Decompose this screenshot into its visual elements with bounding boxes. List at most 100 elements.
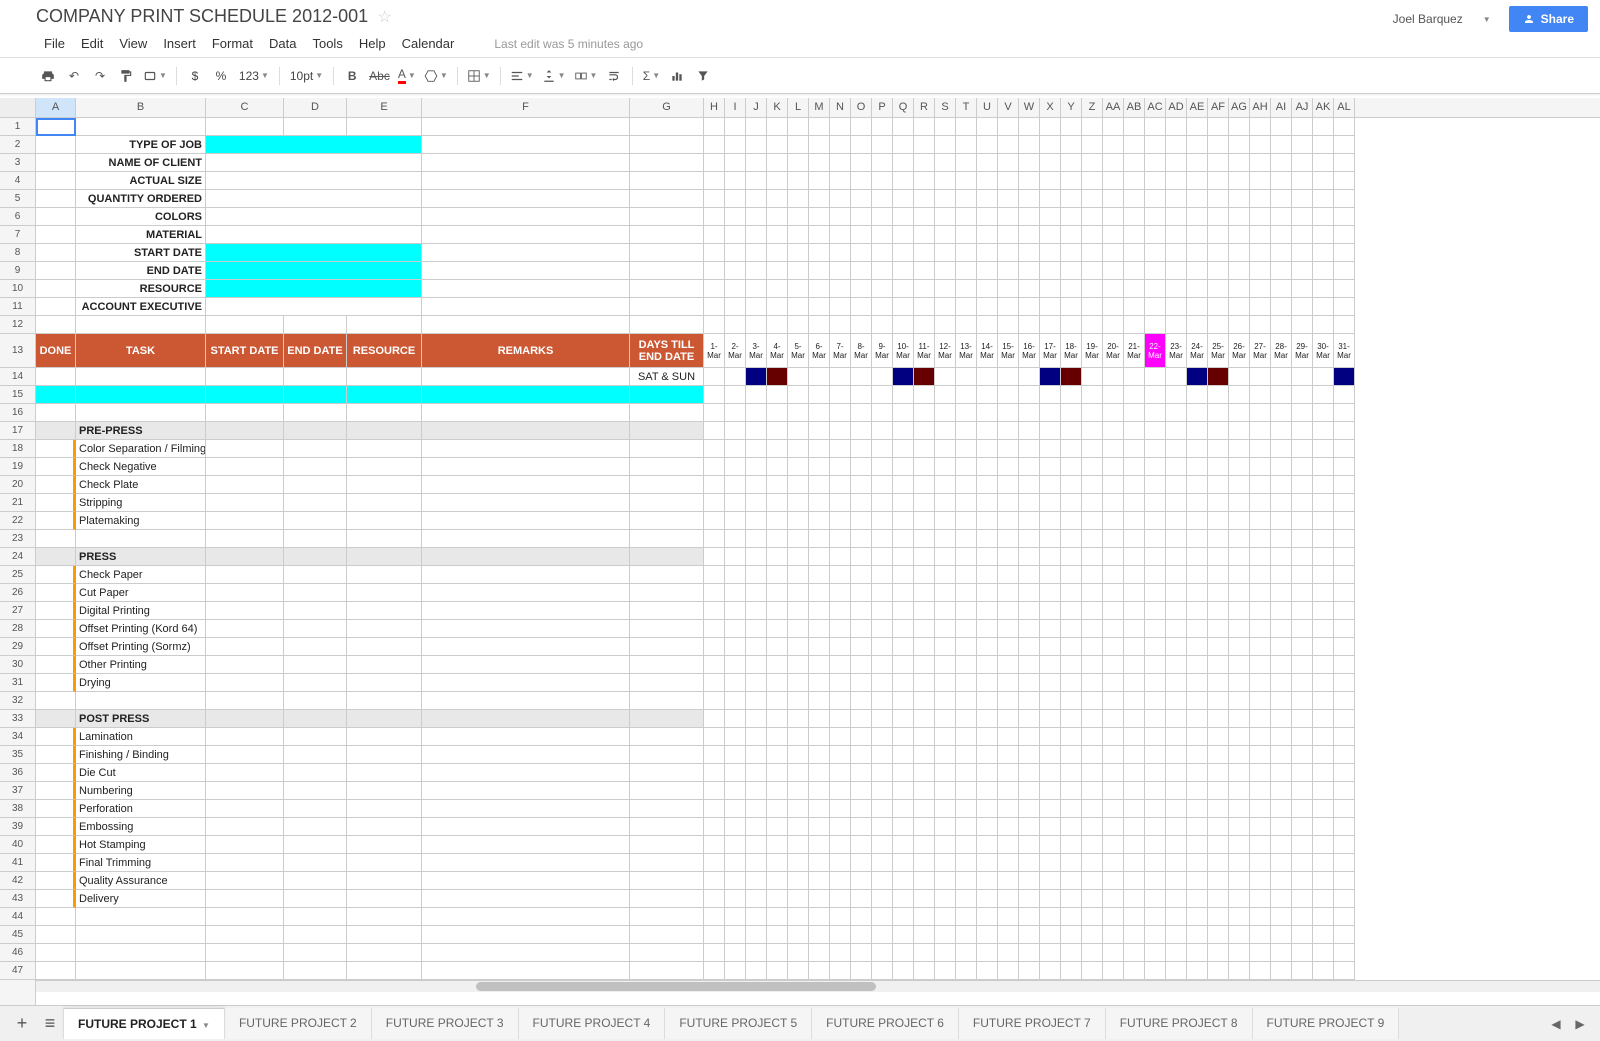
menu-data[interactable]: Data <box>261 34 304 53</box>
schedule-header[interactable]: DAYS TILL END DATE <box>630 334 704 368</box>
last-edit-text[interactable]: Last edit was 5 minutes ago <box>494 37 643 51</box>
tab-scroll-right[interactable]: ▶ <box>1568 1012 1592 1036</box>
col-header-A[interactable]: A <box>36 98 76 117</box>
row-header[interactable]: 17 <box>0 422 35 440</box>
calendar-cell[interactable] <box>767 368 788 386</box>
sheet-tab[interactable]: FUTURE PROJECT 4 <box>518 1008 666 1039</box>
row-header[interactable]: 45 <box>0 926 35 944</box>
col-header-G[interactable]: G <box>630 98 704 117</box>
col-header-F[interactable]: F <box>422 98 630 117</box>
row-header[interactable]: 40 <box>0 836 35 854</box>
row-header[interactable]: 25 <box>0 566 35 584</box>
job-field-label[interactable]: NAME OF CLIENT <box>76 154 206 172</box>
row-header[interactable]: 19 <box>0 458 35 476</box>
col-header-U[interactable]: U <box>977 98 998 117</box>
calendar-cell[interactable] <box>1103 368 1124 386</box>
redo-icon[interactable]: ↷ <box>88 64 112 88</box>
calendar-cell[interactable] <box>1145 368 1166 386</box>
calendar-cell[interactable] <box>809 368 830 386</box>
menu-view[interactable]: View <box>111 34 155 53</box>
date-header[interactable]: 21-Mar <box>1124 334 1145 368</box>
sigma-button[interactable]: Σ▼ <box>639 64 663 88</box>
row-header[interactable]: 15 <box>0 386 35 404</box>
date-header[interactable]: 7-Mar <box>830 334 851 368</box>
col-header-AI[interactable]: AI <box>1271 98 1292 117</box>
job-field-label[interactable]: END DATE <box>76 262 206 280</box>
calendar-cell[interactable] <box>851 368 872 386</box>
strikethrough-button[interactable]: Abc <box>366 64 393 88</box>
col-header-T[interactable]: T <box>956 98 977 117</box>
date-header[interactable]: 1-Mar <box>704 334 725 368</box>
row-header[interactable]: 28 <box>0 620 35 638</box>
select-all-corner[interactable] <box>0 98 36 117</box>
row-header[interactable]: 8 <box>0 244 35 262</box>
calendar-cell[interactable] <box>1313 368 1334 386</box>
undo-icon[interactable]: ↶ <box>62 64 86 88</box>
calendar-cell[interactable] <box>1040 368 1061 386</box>
date-header[interactable]: 10-Mar <box>893 334 914 368</box>
add-sheet-button[interactable]: + <box>8 1010 36 1038</box>
date-header[interactable]: 23-Mar <box>1166 334 1187 368</box>
menu-format[interactable]: Format <box>204 34 261 53</box>
menu-tools[interactable]: Tools <box>304 34 350 53</box>
schedule-header[interactable]: TASK <box>76 334 206 368</box>
calendar-cell[interactable] <box>704 368 725 386</box>
col-header-AA[interactable]: AA <box>1103 98 1124 117</box>
row-header[interactable]: 31 <box>0 674 35 692</box>
task-name[interactable]: Digital Printing <box>76 602 206 620</box>
date-header[interactable]: 26-Mar <box>1229 334 1250 368</box>
task-name[interactable]: Die Cut <box>76 764 206 782</box>
job-field-label[interactable]: START DATE <box>76 244 206 262</box>
task-name[interactable]: Embossing <box>76 818 206 836</box>
job-field-value[interactable] <box>206 190 422 208</box>
job-field-label[interactable]: MATERIAL <box>76 226 206 244</box>
currency-button[interactable]: $ <box>183 64 207 88</box>
calendar-cell[interactable] <box>1124 368 1145 386</box>
row-header[interactable]: 46 <box>0 944 35 962</box>
tab-scroll-left[interactable]: ◀ <box>1544 1012 1568 1036</box>
col-header-Y[interactable]: Y <box>1061 98 1082 117</box>
task-name[interactable]: Offset Printing (Sormz) <box>76 638 206 656</box>
date-header[interactable]: 12-Mar <box>935 334 956 368</box>
col-header-B[interactable]: B <box>76 98 206 117</box>
row-header[interactable]: 41 <box>0 854 35 872</box>
calendar-cell[interactable] <box>788 368 809 386</box>
schedule-header[interactable]: DONE <box>36 334 76 368</box>
grid[interactable]: TYPE OF JOBNAME OF CLIENTACTUAL SIZEQUAN… <box>36 118 1600 1005</box>
row-header[interactable]: 39 <box>0 818 35 836</box>
user-menu-caret[interactable]: ▼ <box>1483 15 1491 24</box>
row-header[interactable]: 5 <box>0 190 35 208</box>
col-header-O[interactable]: O <box>851 98 872 117</box>
job-field-label[interactable]: RESOURCE <box>76 280 206 298</box>
col-header-Q[interactable]: Q <box>893 98 914 117</box>
row-header[interactable]: 26 <box>0 584 35 602</box>
bold-button[interactable]: B <box>340 64 364 88</box>
menu-edit[interactable]: Edit <box>73 34 111 53</box>
sheet-tab[interactable]: FUTURE PROJECT 3 <box>371 1008 519 1039</box>
task-name[interactable]: Lamination <box>76 728 206 746</box>
date-header[interactable]: 8-Mar <box>851 334 872 368</box>
job-field-value[interactable] <box>206 208 422 226</box>
col-header-AF[interactable]: AF <box>1208 98 1229 117</box>
job-field-label[interactable]: COLORS <box>76 208 206 226</box>
menu-help[interactable]: Help <box>351 34 394 53</box>
chart-button[interactable] <box>665 64 689 88</box>
filter-button[interactable] <box>691 64 715 88</box>
calendar-cell[interactable] <box>998 368 1019 386</box>
job-field-value[interactable] <box>206 262 422 280</box>
date-header[interactable]: 22-Mar <box>1145 334 1166 368</box>
sheet-tab[interactable]: FUTURE PROJECT 1 ▼ <box>63 1008 225 1039</box>
row-header[interactable]: 44 <box>0 908 35 926</box>
paint-format-icon[interactable] <box>114 64 138 88</box>
section-header[interactable]: PRESS <box>76 548 206 566</box>
calendar-cell[interactable] <box>1292 368 1313 386</box>
col-header-R[interactable]: R <box>914 98 935 117</box>
text-color-button[interactable]: A▼ <box>395 64 419 88</box>
job-field-value[interactable] <box>206 154 422 172</box>
date-header[interactable]: 14-Mar <box>977 334 998 368</box>
task-name[interactable]: Finishing / Binding <box>76 746 206 764</box>
row-header[interactable]: 4 <box>0 172 35 190</box>
col-header-W[interactable]: W <box>1019 98 1040 117</box>
calendar-cell[interactable] <box>977 368 998 386</box>
row-header[interactable]: 6 <box>0 208 35 226</box>
